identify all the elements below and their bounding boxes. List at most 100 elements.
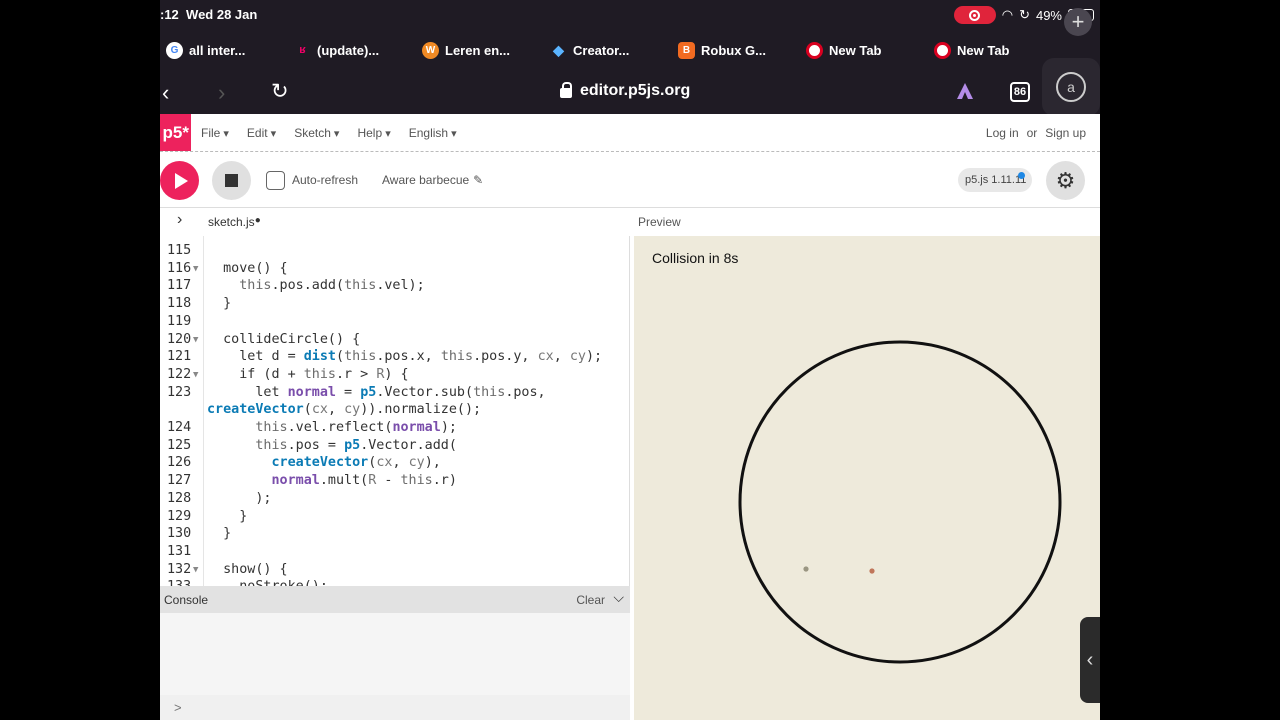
battery-percent: 49% [1035,7,1062,23]
screen-record-icon[interactable] [953,6,996,24]
url-field[interactable]: editor.p5js.org [560,82,690,100]
chevron-right-icon[interactable]: › [177,211,182,229]
browser-tab-label: all inter... [189,42,246,58]
menu-language[interactable]: English [409,126,457,140]
line-number: 133 [160,578,194,586]
fold-arrow-icon[interactable]: ▼ [193,561,198,579]
line-number: 117 [167,278,192,294]
console-output [160,613,630,695]
wifi-icon: ◠ [1001,7,1014,22]
browser-tab-label: Creator... [573,42,630,58]
back-icon[interactable]: ‹ [162,80,169,106]
console-panel: Console Clear ⌵ > [160,586,630,720]
browser-tab-label: New Tab [829,42,882,58]
signup-link[interactable]: Sign up [1045,126,1086,140]
tab-count-icon[interactable]: 86 [1010,82,1030,102]
lock-icon [560,82,572,98]
code-editor[interactable]: 115 116 ▼ move() {117 this.pos.add(this.ve… [160,236,630,586]
line-number: 118 [167,296,192,312]
browser-tab-label: (update)... [317,42,380,58]
code-text: ); [207,490,272,506]
side-panel-handle-icon[interactable]: ‹ [1080,617,1100,703]
p5-navbar: p5* File Edit Sketch Help English Log in… [160,114,1100,152]
browser-tab-label: New Tab [957,42,1010,58]
play-button[interactable] [160,161,199,200]
browser-tab[interactable]: ʁ (update)... [294,34,422,66]
code-text: } [207,526,232,542]
code-text: if (d + this.r > R) { [207,366,409,382]
code-text: let normal = p5.Vector.sub(this.pos, [207,384,546,400]
aria-ai-icon[interactable] [955,81,975,101]
ball-b [869,568,875,574]
sketch-name[interactable]: Aware barbecue ✎ [382,173,483,187]
code-text: this.vel.reflect(normal); [255,420,457,435]
clear-button[interactable]: Clear [576,593,605,607]
blogger-icon: B [678,41,695,59]
login-link[interactable]: Log in [986,126,1019,140]
reload-icon[interactable]: ↻ [271,79,289,104]
preview-pane[interactable]: Collision in 8s [634,236,1100,720]
line-number: 116 [167,260,192,276]
assistive-touch-button[interactable]: a [1042,58,1100,116]
fold-arrow-icon[interactable]: ▼ [193,366,198,384]
w-icon: W [422,41,439,59]
browser-tab[interactable]: B Robux G... [678,34,806,66]
p5-logo[interactable]: p5* [160,114,191,151]
browser-tab[interactable]: New Tab [934,34,1062,66]
line-number: 123 [167,384,192,400]
line-number: 120 [167,331,192,347]
pencil-icon[interactable]: ✎ [473,173,483,187]
browser-tab-label: Leren en... [445,42,511,58]
forward-icon[interactable]: › [218,80,225,106]
gear-icon[interactable]: ⚙ [1046,161,1085,200]
code-text: } [207,296,232,312]
menu-file[interactable]: File [201,126,229,140]
console-header: Console Clear ⌵ [160,586,630,613]
line-number: 122 [167,366,192,382]
tab-logo-icon: ʁ [299,44,306,56]
browser-tab-label: Robux G... [701,42,766,58]
fold-arrow-icon[interactable]: ▼ [193,260,198,278]
browser-tab[interactable]: New Tab [806,34,934,66]
code-text: show() { [207,561,288,577]
chevron-down-icon[interactable]: ⌵ [613,589,624,606]
boundary-circle [738,340,1062,664]
menu-edit[interactable]: Edit [247,126,276,140]
line-number: 125 [167,437,192,453]
browser-tab[interactable]: W Leren en... [422,34,550,66]
fold-arrow-icon[interactable]: ▼ [193,331,198,349]
code-text: createVector(cx, cy)).normalize(); [207,402,482,418]
line-number: 130 [167,526,192,542]
file-tab-strip: › sketch.js● Preview [160,208,1100,236]
line-number: 124 [167,420,192,435]
line-number: 129 [167,508,192,524]
browser-tab[interactable]: Gall inter... [166,34,294,66]
menu-help[interactable]: Help [357,126,390,140]
opera-icon [934,41,951,59]
line-number: 131 [167,543,192,559]
auto-refresh-checkbox[interactable] [266,171,285,190]
version-badge[interactable]: p5.js 1.11.11 [958,168,1032,192]
code-text: createVector(cx, cy), [271,455,441,471]
address-bar: ‹ › ↻ editor.p5js.org 86 [160,72,1100,114]
code-text: } [207,508,248,524]
code-text: this.pos.add(this.vel); [239,278,425,294]
file-tab-sketch[interactable]: sketch.js● [208,215,261,229]
line-number: 121 [167,349,192,365]
stop-button[interactable] [212,161,251,200]
line-number: 126 [167,455,192,471]
menu-sketch[interactable]: Sketch [294,126,339,140]
status-time: :12 Wed 28 Jan [160,7,258,22]
preview-label: Preview [638,215,681,229]
browser-tab[interactable]: ◆ Creator... [550,34,678,66]
creator-icon: ◆ [553,41,564,58]
new-tab-plus-icon[interactable]: + [1064,8,1092,36]
code-text: normal.mult(R - this.r) [271,473,457,489]
ball-a [803,566,809,572]
p5-canvas[interactable] [634,236,1100,720]
line-number: 115 [167,243,192,258]
console-title: Console [164,593,209,607]
code-text: this.pos = p5.Vector.add( [255,437,457,453]
console-prompt[interactable]: > [174,700,182,715]
code-text: noStroke(); [207,578,328,586]
